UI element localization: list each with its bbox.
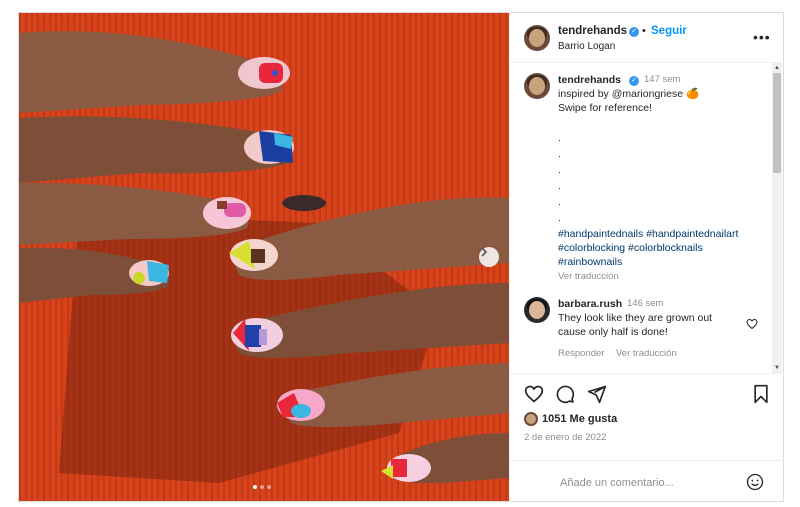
reply-link[interactable]: Responder	[558, 348, 604, 359]
author-avatar[interactable]	[524, 25, 550, 51]
caption-avatar[interactable]	[524, 73, 550, 99]
caption-dot: .	[558, 212, 561, 224]
caption-dot: .	[558, 196, 561, 208]
scrollbar-thumb[interactable]	[773, 73, 781, 173]
scroll-down-arrow-icon[interactable]: ▼	[773, 364, 781, 372]
more-options-icon[interactable]: •••	[753, 29, 771, 45]
caption-dot: .	[558, 132, 561, 144]
instagram-post: tendrehands ✓ • Seguir Barrio Logan ••• …	[18, 12, 784, 502]
likes-count[interactable]: 1051 Me gusta	[542, 413, 617, 425]
caption-dot: .	[558, 180, 561, 192]
caption-line-1: inspired by @mariongriese 🍊	[558, 88, 700, 100]
post-actions: 1051 Me gusta 2 de enero de 2022	[510, 373, 784, 501]
caption-time[interactable]: 147 sem	[644, 74, 680, 85]
comment-icon[interactable]	[555, 384, 575, 404]
emoji-icon[interactable]	[746, 473, 764, 491]
comment-text: They look like they are grown out cause …	[558, 312, 713, 338]
verified-icon: ✓	[629, 76, 639, 86]
nails-photo	[19, 13, 509, 501]
post-sidebar: tendrehands ✓ • Seguir Barrio Logan ••• …	[509, 13, 784, 501]
caption-hashtags[interactable]: #handpaintednails #handpaintednailart #c…	[558, 227, 763, 269]
carousel-dot	[253, 485, 257, 489]
comment-input[interactable]	[558, 473, 742, 493]
post-header: tendrehands ✓ • Seguir Barrio Logan •••	[510, 13, 784, 63]
comments-scrollbar[interactable]: ▲ ▼	[772, 63, 782, 373]
follow-button[interactable]: Seguir	[651, 25, 687, 37]
liker-avatar[interactable]	[524, 412, 538, 426]
next-slide-button[interactable]	[479, 247, 499, 267]
caption-dot: .	[558, 148, 561, 160]
caption-username[interactable]: tendrehands	[558, 73, 621, 87]
caption-line-2: Swipe for reference!	[558, 102, 652, 114]
comments-section[interactable]: tendrehands ✓ 147 sem inspired by @mario…	[510, 63, 784, 373]
bookmark-icon[interactable]	[752, 384, 770, 404]
carousel-indicator	[253, 485, 271, 489]
verified-icon: ✓	[629, 27, 639, 37]
chevron-right-icon	[481, 247, 488, 257]
scroll-up-arrow-icon[interactable]: ▲	[773, 64, 781, 72]
add-comment-bar	[510, 460, 784, 502]
caption-dot: .	[558, 164, 561, 176]
location-link[interactable]: Barrio Logan	[558, 41, 615, 52]
comment-like-icon[interactable]	[746, 318, 758, 330]
commenter-username[interactable]: barbara.rush	[558, 297, 622, 311]
post-image[interactable]	[19, 13, 509, 501]
separator-dot: •	[642, 25, 646, 37]
heart-icon[interactable]	[524, 384, 544, 404]
comment-see-translation-link[interactable]: Ver traducción	[616, 348, 677, 359]
share-icon[interactable]	[587, 384, 607, 404]
carousel-dot	[260, 485, 264, 489]
see-translation-link[interactable]: Ver traducción	[558, 271, 619, 282]
author-username[interactable]: tendrehands	[558, 25, 627, 37]
comment-time[interactable]: 146 sem	[627, 298, 663, 309]
carousel-dot	[267, 485, 271, 489]
commenter-avatar[interactable]	[524, 297, 550, 323]
post-date[interactable]: 2 de enero de 2022	[524, 432, 606, 443]
